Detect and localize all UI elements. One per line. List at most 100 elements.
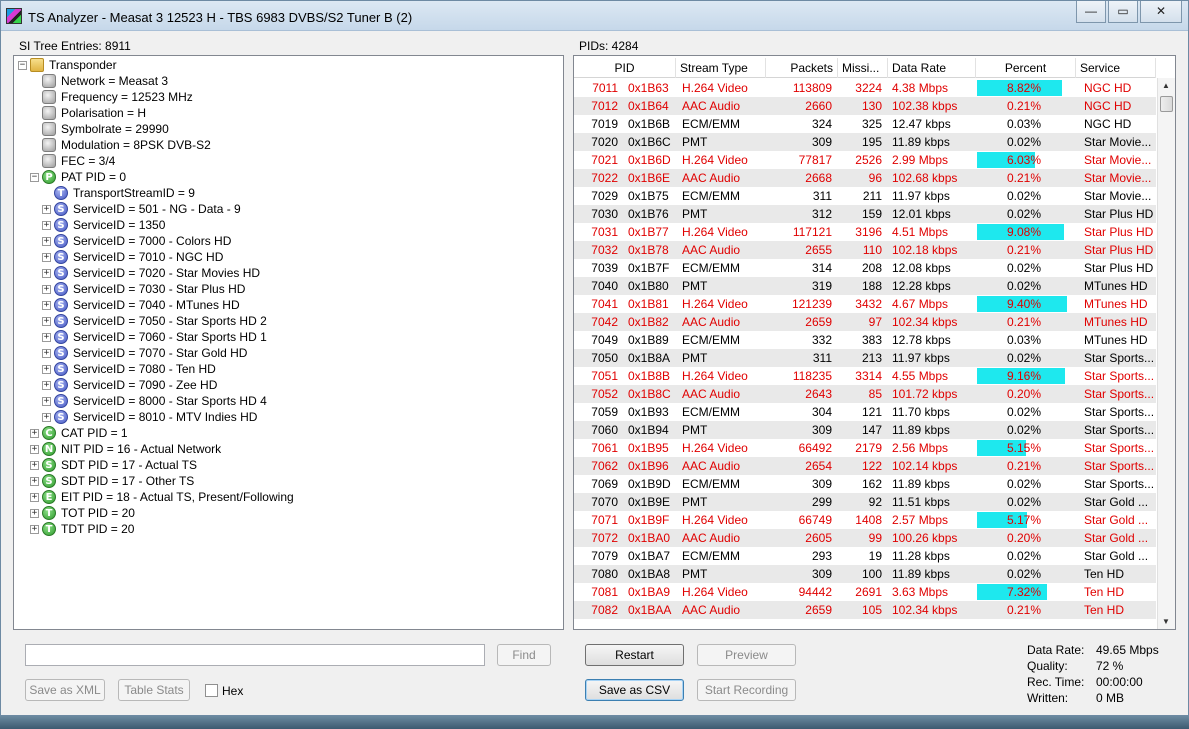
- tree-node[interactable]: + C CAT PID = 1: [30, 425, 128, 441]
- table-row[interactable]: 7079 0x1BA7 ECM/EMM 293 19 11.28 kbps 0.02% Sta…: [574, 547, 1156, 565]
- tree-node[interactable]: + S ServiceID = 8000 - Star Sports HD 4: [42, 393, 267, 409]
- tree-node[interactable]: + S ServiceID = 7080 - Ten HD: [42, 361, 216, 377]
- expand-icon[interactable]: +: [30, 428, 39, 438]
- table-row[interactable]: 7020 0x1B6C PMT 309 195 11.89 kbps 0.02% Star M…: [574, 133, 1156, 151]
- tree-node[interactable]: + S ServiceID = 501 - NG - Data - 9: [42, 201, 241, 217]
- table-row[interactable]: 7040 0x1B80 PMT 319 188 12.28 kbps 0.02% MTunes…: [574, 277, 1156, 295]
- restart-button[interactable]: Restart: [585, 644, 684, 666]
- expand-icon[interactable]: +: [42, 380, 51, 390]
- table-row[interactable]: 7021 0x1B6D H.264 Video 77817 2526 2.99 Mbps 6…: [574, 151, 1156, 169]
- expand-icon[interactable]: +: [30, 508, 39, 518]
- table-row[interactable]: 7069 0x1B9D ECM/EMM 309 162 11.89 kbps 0.02% St…: [574, 475, 1156, 493]
- tree-node[interactable]: Symbolrate = 29990: [30, 121, 169, 137]
- collapse-icon[interactable]: −: [30, 172, 39, 182]
- expand-icon[interactable]: +: [42, 300, 51, 310]
- expand-icon[interactable]: +: [42, 348, 51, 358]
- pid-list-body[interactable]: 7011 0x1B63 H.264 Video 113809 3224 4.38 Mbps…: [574, 79, 1156, 629]
- minimize-button[interactable]: —: [1076, 1, 1106, 23]
- tree-node[interactable]: Modulation = 8PSK DVB-S2: [30, 137, 211, 153]
- tree-node[interactable]: − P PAT PID = 0: [30, 169, 126, 185]
- table-row[interactable]: 7019 0x1B6B ECM/EMM 324 325 12.47 kbps 0.03% NG…: [574, 115, 1156, 133]
- table-row[interactable]: 7082 0x1BAA AAC Audio 2659 105 102.34 kbps 0.2…: [574, 601, 1156, 619]
- expand-icon[interactable]: +: [42, 204, 51, 214]
- save-as-xml-button[interactable]: Save as XML: [25, 679, 105, 701]
- table-row[interactable]: 7081 0x1BA9 H.264 Video 94442 2691 3.63 Mbps 7…: [574, 583, 1156, 601]
- column-header[interactable]: Service: [1076, 58, 1156, 78]
- expand-icon[interactable]: +: [42, 220, 51, 230]
- table-row[interactable]: 7059 0x1B93 ECM/EMM 304 121 11.70 kbps 0.02% St…: [574, 403, 1156, 421]
- table-row[interactable]: 7050 0x1B8A PMT 311 213 11.97 kbps 0.02% Star S…: [574, 349, 1156, 367]
- expand-icon[interactable]: +: [42, 412, 51, 422]
- table-row[interactable]: 7061 0x1B95 H.264 Video 66492 2179 2.56 Mbps 5…: [574, 439, 1156, 457]
- save-as-csv-button[interactable]: Save as CSV: [585, 679, 684, 701]
- expand-icon[interactable]: +: [42, 316, 51, 326]
- tree-node[interactable]: + S ServiceID = 7050 - Star Sports HD 2: [42, 313, 267, 329]
- scrollbar-thumb[interactable]: [1160, 96, 1173, 112]
- tree-node[interactable]: − Transponder: [18, 57, 117, 73]
- find-button[interactable]: Find: [497, 644, 551, 666]
- tree-node[interactable]: T TransportStreamID = 9: [42, 185, 195, 201]
- expand-icon[interactable]: +: [30, 476, 39, 486]
- tree-node[interactable]: + E EIT PID = 18 - Actual TS, Present/Foll…: [30, 489, 294, 505]
- tree-node[interactable]: FEC = 3/4: [30, 153, 115, 169]
- column-header[interactable]: Missi...: [838, 58, 888, 78]
- table-row[interactable]: 7011 0x1B63 H.264 Video 113809 3224 4.38 Mbps…: [574, 79, 1156, 97]
- table-row[interactable]: 7060 0x1B94 PMT 309 147 11.89 kbps 0.02% Star S…: [574, 421, 1156, 439]
- expand-icon[interactable]: +: [30, 492, 39, 502]
- pid-list-scrollbar[interactable]: ▲ ▼: [1157, 78, 1175, 629]
- si-tree-view[interactable]: − Transponder Network = Measat 3 Frequency …: [13, 55, 564, 630]
- table-row[interactable]: 7031 0x1B77 H.264 Video 117121 3196 4.51 Mbps…: [574, 223, 1156, 241]
- expand-icon[interactable]: +: [42, 268, 51, 278]
- expand-icon[interactable]: +: [42, 332, 51, 342]
- preview-button[interactable]: Preview: [697, 644, 796, 666]
- tree-node[interactable]: + S ServiceID = 7090 - Zee HD: [42, 377, 217, 393]
- tree-node[interactable]: + S ServiceID = 7070 - Star Gold HD: [42, 345, 247, 361]
- tree-node[interactable]: + S ServiceID = 7000 - Colors HD: [42, 233, 231, 249]
- start-recording-button[interactable]: Start Recording: [697, 679, 796, 701]
- hex-checkbox[interactable]: [205, 684, 218, 697]
- expand-icon[interactable]: +: [30, 524, 39, 534]
- table-row[interactable]: 7041 0x1B81 H.264 Video 121239 3432 4.67 Mbps…: [574, 295, 1156, 313]
- table-stats-button[interactable]: Table Stats: [118, 679, 190, 701]
- table-row[interactable]: 7030 0x1B76 PMT 312 159 12.01 kbps 0.02% Star P…: [574, 205, 1156, 223]
- table-row[interactable]: 7072 0x1BA0 AAC Audio 2605 99 100.26 kbps 0.20…: [574, 529, 1156, 547]
- expand-icon[interactable]: +: [30, 460, 39, 470]
- table-row[interactable]: 7012 0x1B64 AAC Audio 2660 130 102.38 kbps 0.2…: [574, 97, 1156, 115]
- table-row[interactable]: 7022 0x1B6E AAC Audio 2668 96 102.68 kbps 0.21…: [574, 169, 1156, 187]
- tree-node[interactable]: + S ServiceID = 7060 - Star Sports HD 1: [42, 329, 267, 345]
- expand-icon[interactable]: +: [42, 396, 51, 406]
- table-row[interactable]: 7039 0x1B7F ECM/EMM 314 208 12.08 kbps 0.02% St…: [574, 259, 1156, 277]
- tree-node[interactable]: + S ServiceID = 7010 - NGC HD: [42, 249, 223, 265]
- tree-node[interactable]: Polarisation = H: [30, 105, 146, 121]
- column-header[interactable]: Stream Type: [676, 58, 766, 78]
- table-row[interactable]: 7032 0x1B78 AAC Audio 2655 110 102.18 kbps 0.2…: [574, 241, 1156, 259]
- table-row[interactable]: 7070 0x1B9E PMT 299 92 11.51 kbps 0.02% Star Go…: [574, 493, 1156, 511]
- tree-node[interactable]: Network = Measat 3: [30, 73, 168, 89]
- tree-node[interactable]: + N NIT PID = 16 - Actual Network: [30, 441, 221, 457]
- table-row[interactable]: 7029 0x1B75 ECM/EMM 311 211 11.97 kbps 0.02% St…: [574, 187, 1156, 205]
- expand-icon[interactable]: +: [42, 284, 51, 294]
- column-header[interactable]: Percent: [976, 58, 1076, 78]
- column-header[interactable]: Packets: [766, 58, 838, 78]
- tree-node[interactable]: + T TOT PID = 20: [30, 505, 135, 521]
- column-header[interactable]: Data Rate: [888, 58, 976, 78]
- title-bar[interactable]: TS Analyzer - Measat 3 12523 H - TBS 698…: [1, 1, 1188, 31]
- maximize-button[interactable]: ▭: [1108, 1, 1138, 23]
- table-row[interactable]: 7052 0x1B8C AAC Audio 2643 85 101.72 kbps 0.20…: [574, 385, 1156, 403]
- table-row[interactable]: 7042 0x1B82 AAC Audio 2659 97 102.34 kbps 0.21…: [574, 313, 1156, 331]
- tree-node[interactable]: + S ServiceID = 1350: [42, 217, 165, 233]
- tree-node[interactable]: Frequency = 12523 MHz: [30, 89, 193, 105]
- table-row[interactable]: 7080 0x1BA8 PMT 309 100 11.89 kbps 0.02% Ten HD: [574, 565, 1156, 583]
- tree-node[interactable]: + S ServiceID = 7030 - Star Plus HD: [42, 281, 245, 297]
- table-row[interactable]: 7049 0x1B89 ECM/EMM 332 383 12.78 kbps 0.03% MT…: [574, 331, 1156, 349]
- scroll-up-arrow-icon[interactable]: ▲: [1162, 81, 1170, 90]
- expand-icon[interactable]: +: [30, 444, 39, 454]
- search-input[interactable]: [25, 644, 485, 666]
- expand-icon[interactable]: +: [42, 364, 51, 374]
- tree-node[interactable]: + S ServiceID = 7040 - MTunes HD: [42, 297, 240, 313]
- expand-icon[interactable]: +: [42, 236, 51, 246]
- table-row[interactable]: 7071 0x1B9F H.264 Video 66749 1408 2.57 Mbps 5…: [574, 511, 1156, 529]
- scroll-down-arrow-icon[interactable]: ▼: [1162, 617, 1170, 626]
- collapse-icon[interactable]: −: [18, 60, 27, 70]
- column-header[interactable]: PID: [574, 58, 676, 78]
